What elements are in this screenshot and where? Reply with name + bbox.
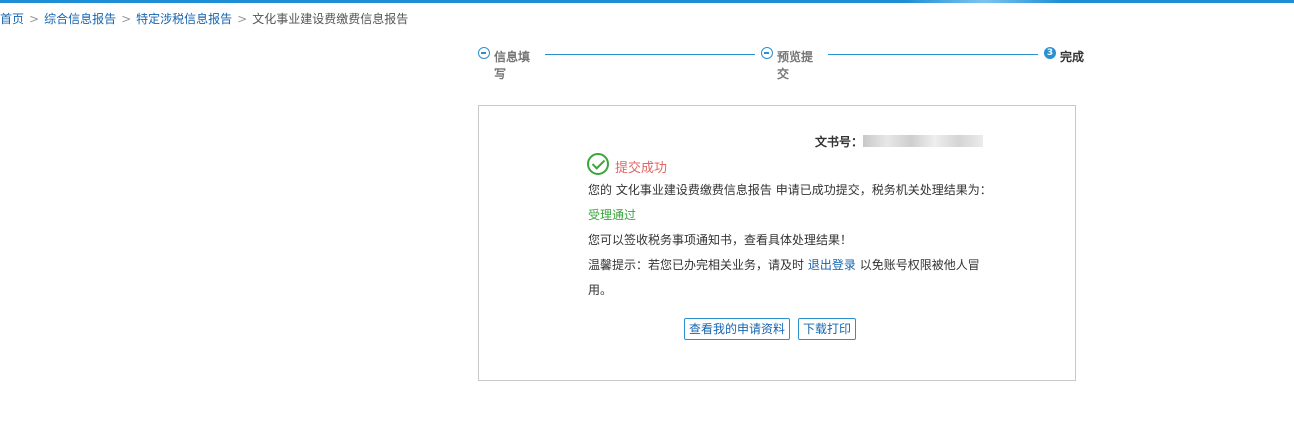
breadcrumb-specific-tax-report[interactable]: 特定涉税信息报告 [136, 12, 232, 26]
breadcrumb-current: 文化事业建设费缴费信息报告 [252, 12, 409, 26]
document-number-label: 文书号： [815, 135, 864, 149]
step-number-icon: 3 [1044, 47, 1056, 59]
message-prefix: 您的 [588, 183, 613, 197]
success-text: 提交成功 [615, 161, 668, 176]
process-status: 受理通过 [588, 208, 637, 222]
report-name: 文化事业建设费缴费信息报告 [615, 183, 772, 197]
submission-message: 您的 文化事业建设费缴费信息报告 申请已成功提交，税务机关处理结果为： [588, 178, 998, 203]
step-label: 预览提交 [777, 50, 814, 81]
download-print-button[interactable]: 下载打印 [798, 318, 857, 340]
breadcrumb-separator: > [121, 12, 132, 26]
breadcrumb-separator: > [29, 12, 40, 26]
view-application-button[interactable]: 查看我的申请资料 [684, 318, 791, 340]
check-circle-icon [587, 153, 609, 175]
step-label: 信息填写 [494, 50, 531, 81]
warm-tip-prefix: 温馨提示：若您已办完相关业务，请及时 [588, 258, 805, 272]
step-label: 完成 [1060, 50, 1085, 64]
message-suffix: 申请已成功提交，税务机关处理结果为： [775, 183, 992, 197]
notice-hint: 您可以签收税务事项通知书，查看具体处理结果！ [588, 233, 853, 247]
breadcrumb-separator: > [237, 12, 248, 26]
step-done-icon [478, 47, 490, 59]
logout-link[interactable]: 退出登录 [808, 258, 856, 272]
top-accent-bar [0, 0, 1294, 3]
document-number: 文书号： [815, 133, 984, 150]
step-connector [545, 54, 755, 55]
step-progress: 信息填写 预览提交 3 完成 [478, 46, 1098, 90]
step-connector [828, 54, 1038, 55]
breadcrumb: 首页 > 综合信息报告 > 特定涉税信息报告 > 文化事业建设费缴费信息报告 [0, 10, 408, 27]
breadcrumb-home[interactable]: 首页 [0, 12, 24, 26]
document-number-redacted [863, 135, 984, 147]
breadcrumb-comprehensive-report[interactable]: 综合信息报告 [44, 12, 116, 26]
result-card: 文书号： 提交成功 您的 文化事业建设费缴费信息报告 申请已成功提交，税务机关处… [478, 105, 1076, 381]
action-buttons: 查看我的申请资料 下载打印 [684, 318, 864, 340]
warm-tip: 温馨提示：若您已办完相关业务，请及时 退出登录 以免账号权限被他人冒用。 [588, 253, 998, 303]
step-done-icon [761, 47, 773, 59]
